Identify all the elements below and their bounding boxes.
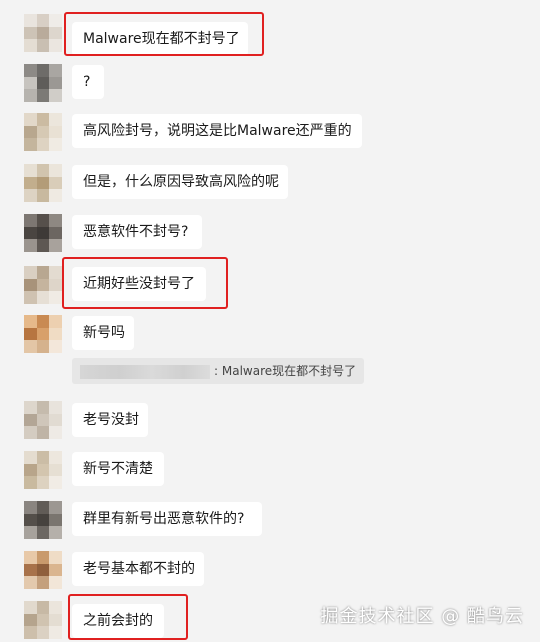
avatar[interactable] [24, 113, 62, 151]
avatar[interactable] [24, 551, 62, 589]
avatar[interactable] [24, 14, 62, 52]
highlight-box [64, 12, 264, 56]
quoted-message[interactable]: : Malware现在都不封号了 [72, 358, 364, 384]
avatar[interactable] [24, 501, 62, 539]
message-bubble[interactable]: 新号吗 [72, 316, 134, 350]
message-bubble[interactable]: ? [72, 65, 104, 99]
quoted-text: : Malware现在都不封号了 [214, 364, 357, 378]
avatar[interactable] [24, 214, 62, 252]
message-bubble[interactable]: 恶意软件不封号? [72, 215, 202, 249]
avatar[interactable] [24, 164, 62, 202]
message-bubble[interactable]: 群里有新号出恶意软件的? [72, 502, 262, 536]
message-bubble[interactable]: 新号不清楚 [72, 452, 164, 486]
blurred-sender-name [80, 364, 210, 379]
message-bubble[interactable]: 但是，什么原因导致高风险的呢 [72, 165, 288, 199]
avatar[interactable] [24, 601, 62, 639]
avatar[interactable] [24, 451, 62, 489]
message-bubble[interactable]: 高风险封号，说明这是比Malware还严重的 [72, 114, 362, 148]
message-bubble[interactable]: 老号没封 [72, 403, 148, 437]
message-bubble[interactable]: 老号基本都不封的 [72, 552, 204, 586]
avatar[interactable] [24, 64, 62, 102]
avatar[interactable] [24, 315, 62, 353]
avatar[interactable] [24, 401, 62, 439]
highlight-box [68, 594, 188, 640]
avatar[interactable] [24, 266, 62, 304]
watermark: 掘金技术社区 @ 酷鸟云 [320, 606, 524, 627]
highlight-box [62, 257, 228, 309]
